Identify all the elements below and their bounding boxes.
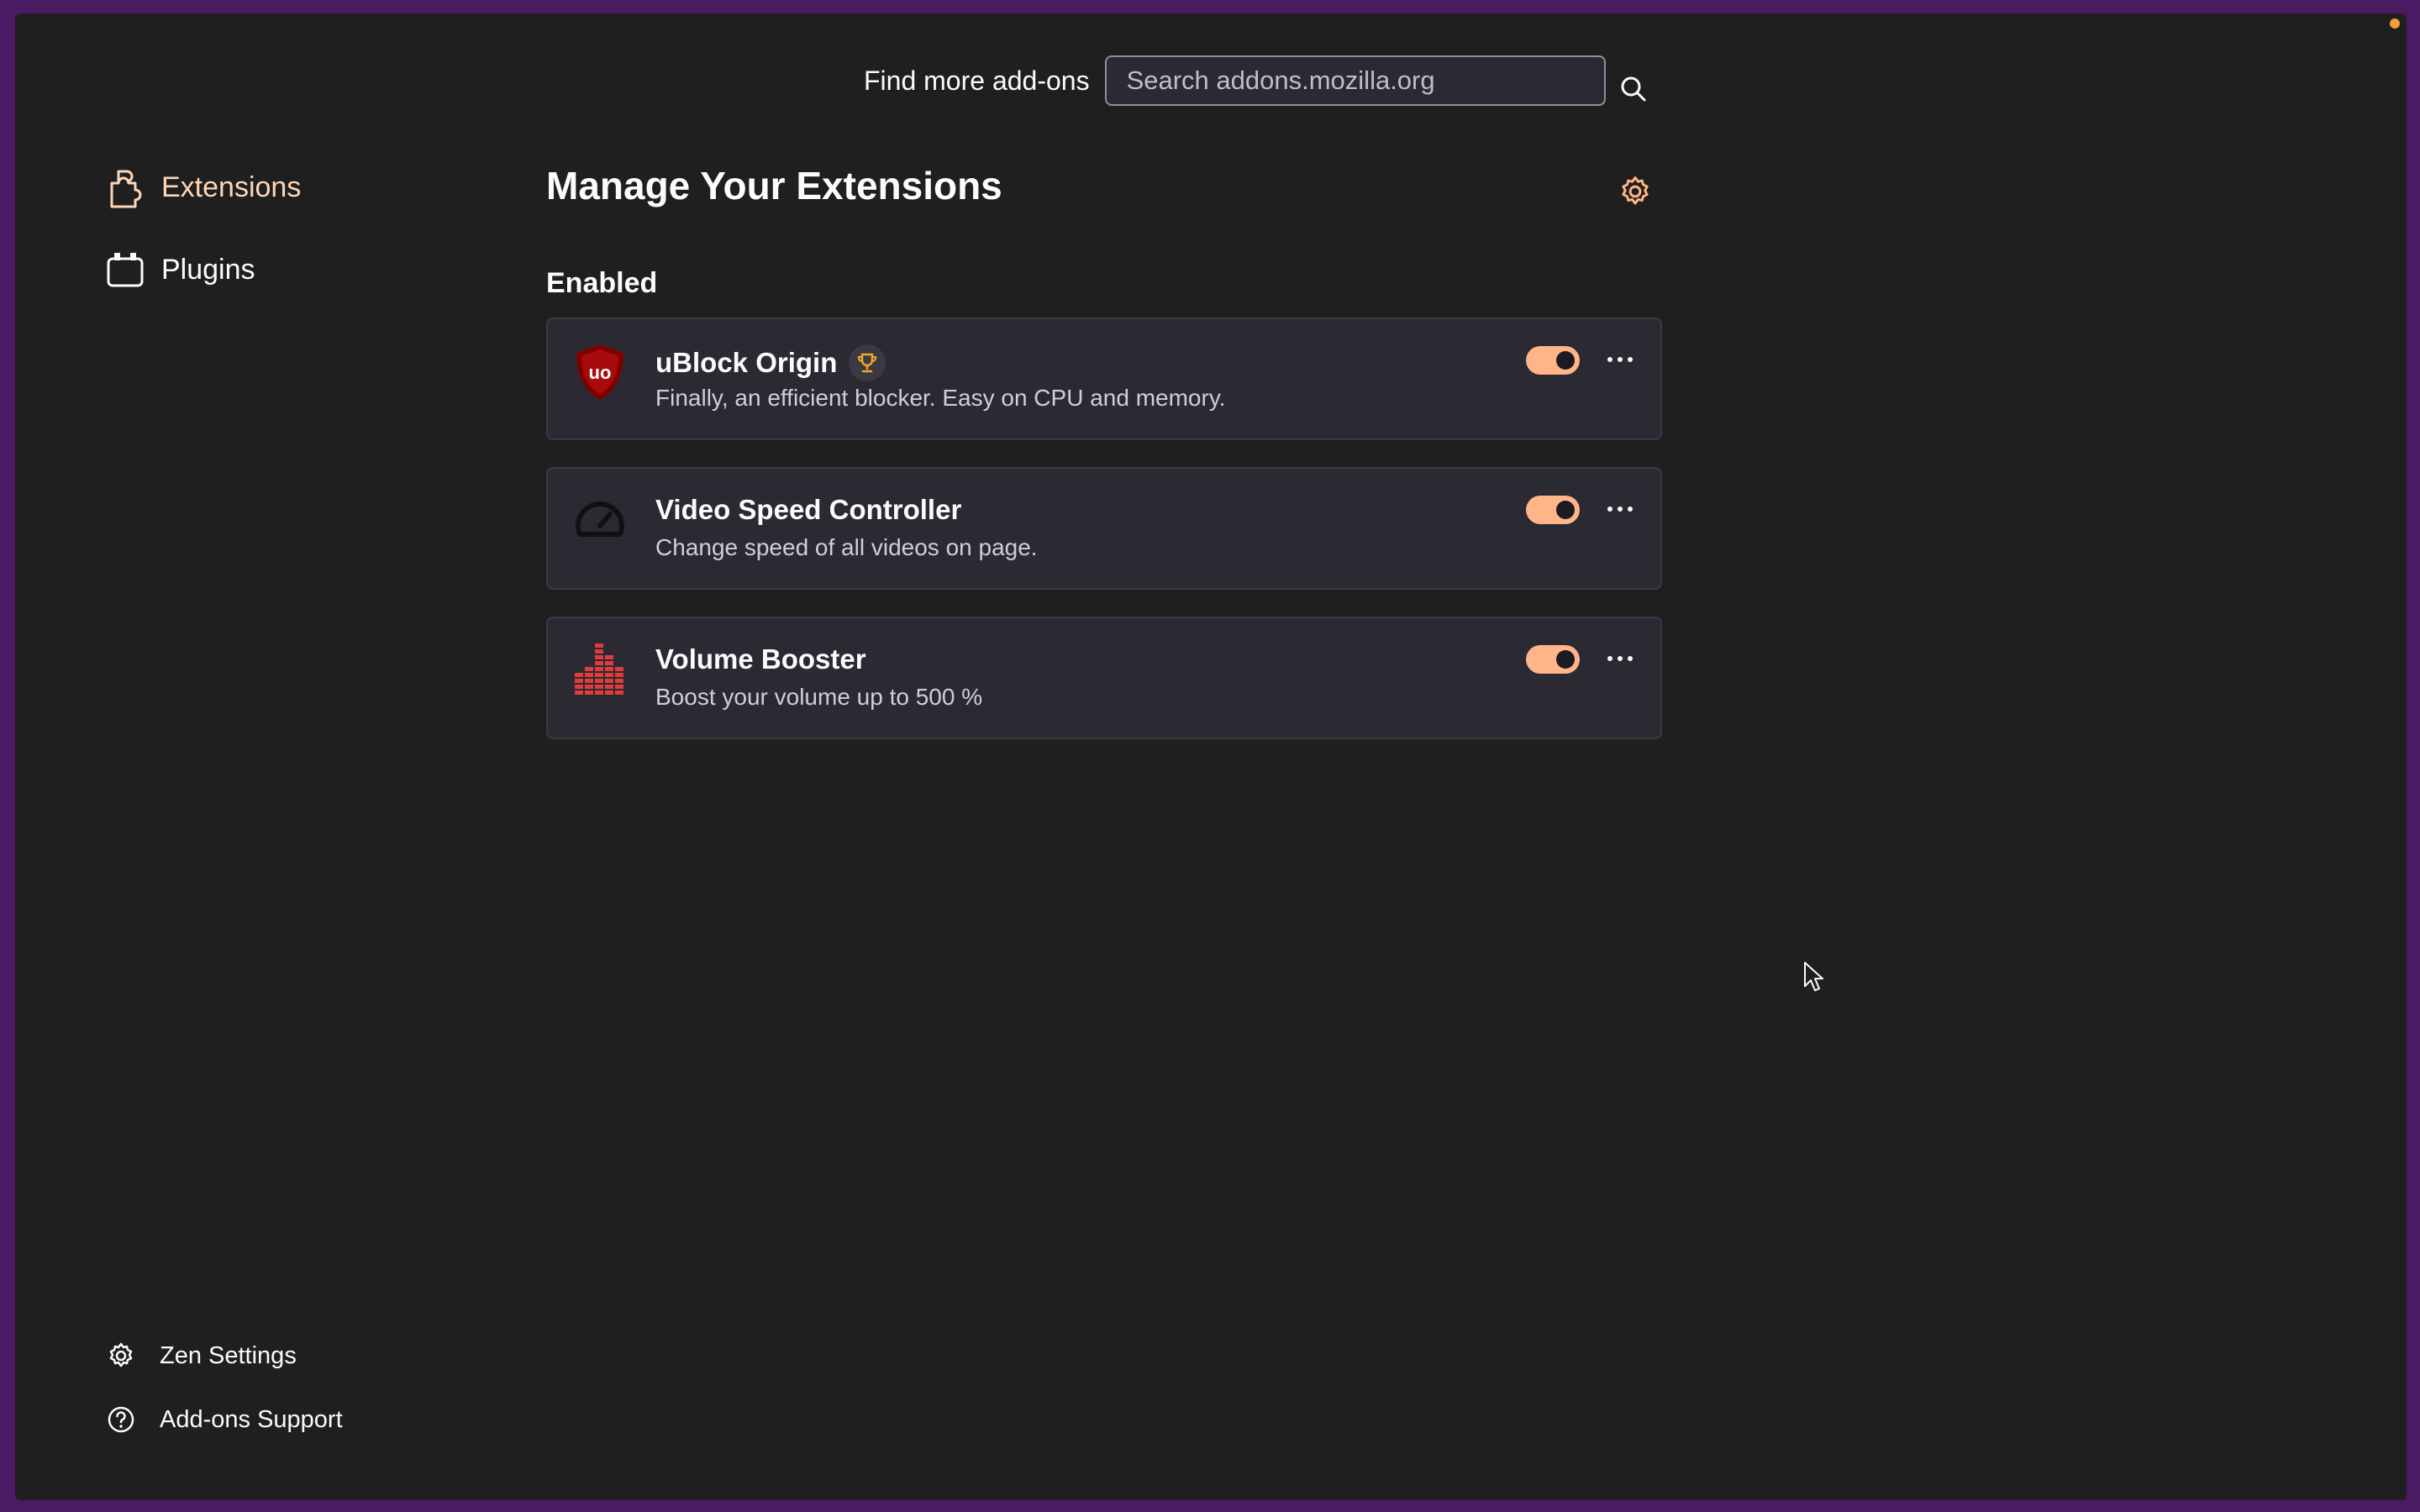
extension-name: Video Speed Controller [655,494,961,526]
more-options-button[interactable] [1602,344,1639,375]
find-addons-bar: Find more add-ons Search addons.mozilla.… [864,47,1606,114]
addons-manager-window: Find more add-ons Search addons.mozilla.… [15,13,2407,1500]
tools-gear-icon[interactable] [1618,175,1652,208]
equalizer-icon [573,642,627,701]
status-dot [2390,18,2400,29]
toggle-knob [1556,501,1575,519]
svg-text:uo: uo [589,362,612,383]
extension-card-volume-booster[interactable]: Volume Booster Boost your volume up to 5… [546,617,1662,739]
extension-name: uBlock Origin [655,344,886,381]
sidebar-item-label: Plugins [161,253,255,286]
search-input[interactable]: Search addons.mozilla.org [1104,55,1606,106]
extension-card-ublock-origin[interactable]: uo uBlock Origin Finally, an efficient b… [546,318,1662,440]
sidebar-item-extensions[interactable]: Extensions [106,165,301,210]
gear-icon [106,1341,136,1371]
extension-enable-toggle[interactable] [1526,496,1580,524]
more-options-button[interactable] [1602,494,1639,524]
extension-enable-toggle[interactable] [1526,346,1580,375]
help-icon [106,1404,136,1435]
recommended-trophy-icon [849,344,886,381]
extension-description: Finally, an efficient blocker. Easy on C… [655,385,1226,411]
toggle-knob [1556,650,1575,669]
sidebar-item-label: Extensions [161,171,302,203]
toggle-knob [1556,351,1575,370]
search-placeholder: Search addons.mozilla.org [1126,66,1435,95]
sidebar-item-plugins[interactable]: Plugins [106,247,255,292]
puzzle-icon [106,165,145,210]
more-options-button[interactable] [1602,643,1639,674]
extension-name: Volume Booster [655,643,866,675]
speedometer-icon [573,492,627,551]
zen-settings-label: Zen Settings [160,1341,297,1369]
page-title: Manage Your Extensions [546,164,1002,207]
extension-card-video-speed-controller[interactable]: Video Speed Controller Change speed of a… [546,467,1662,590]
extension-name-text: uBlock Origin [655,347,838,378]
zen-settings-link[interactable]: Zen Settings [106,1341,297,1371]
extension-name-text: Volume Booster [655,643,866,675]
find-addons-label: Find more add-ons [864,65,1090,96]
search-icon[interactable] [1617,72,1650,106]
extension-description: Boost your volume up to 500 % [655,684,983,710]
addons-support-label: Add-ons Support [160,1405,343,1433]
ublock-shield-icon: uo [573,343,627,402]
extension-name-text: Video Speed Controller [655,494,962,525]
section-enabled-heading: Enabled [546,267,658,299]
plugin-icon [106,247,145,292]
mouse-cursor-icon [1803,961,1825,995]
extension-description: Change speed of all videos on page. [655,534,1038,560]
addons-support-link[interactable]: Add-ons Support [106,1404,343,1435]
extension-enable-toggle[interactable] [1526,645,1580,674]
